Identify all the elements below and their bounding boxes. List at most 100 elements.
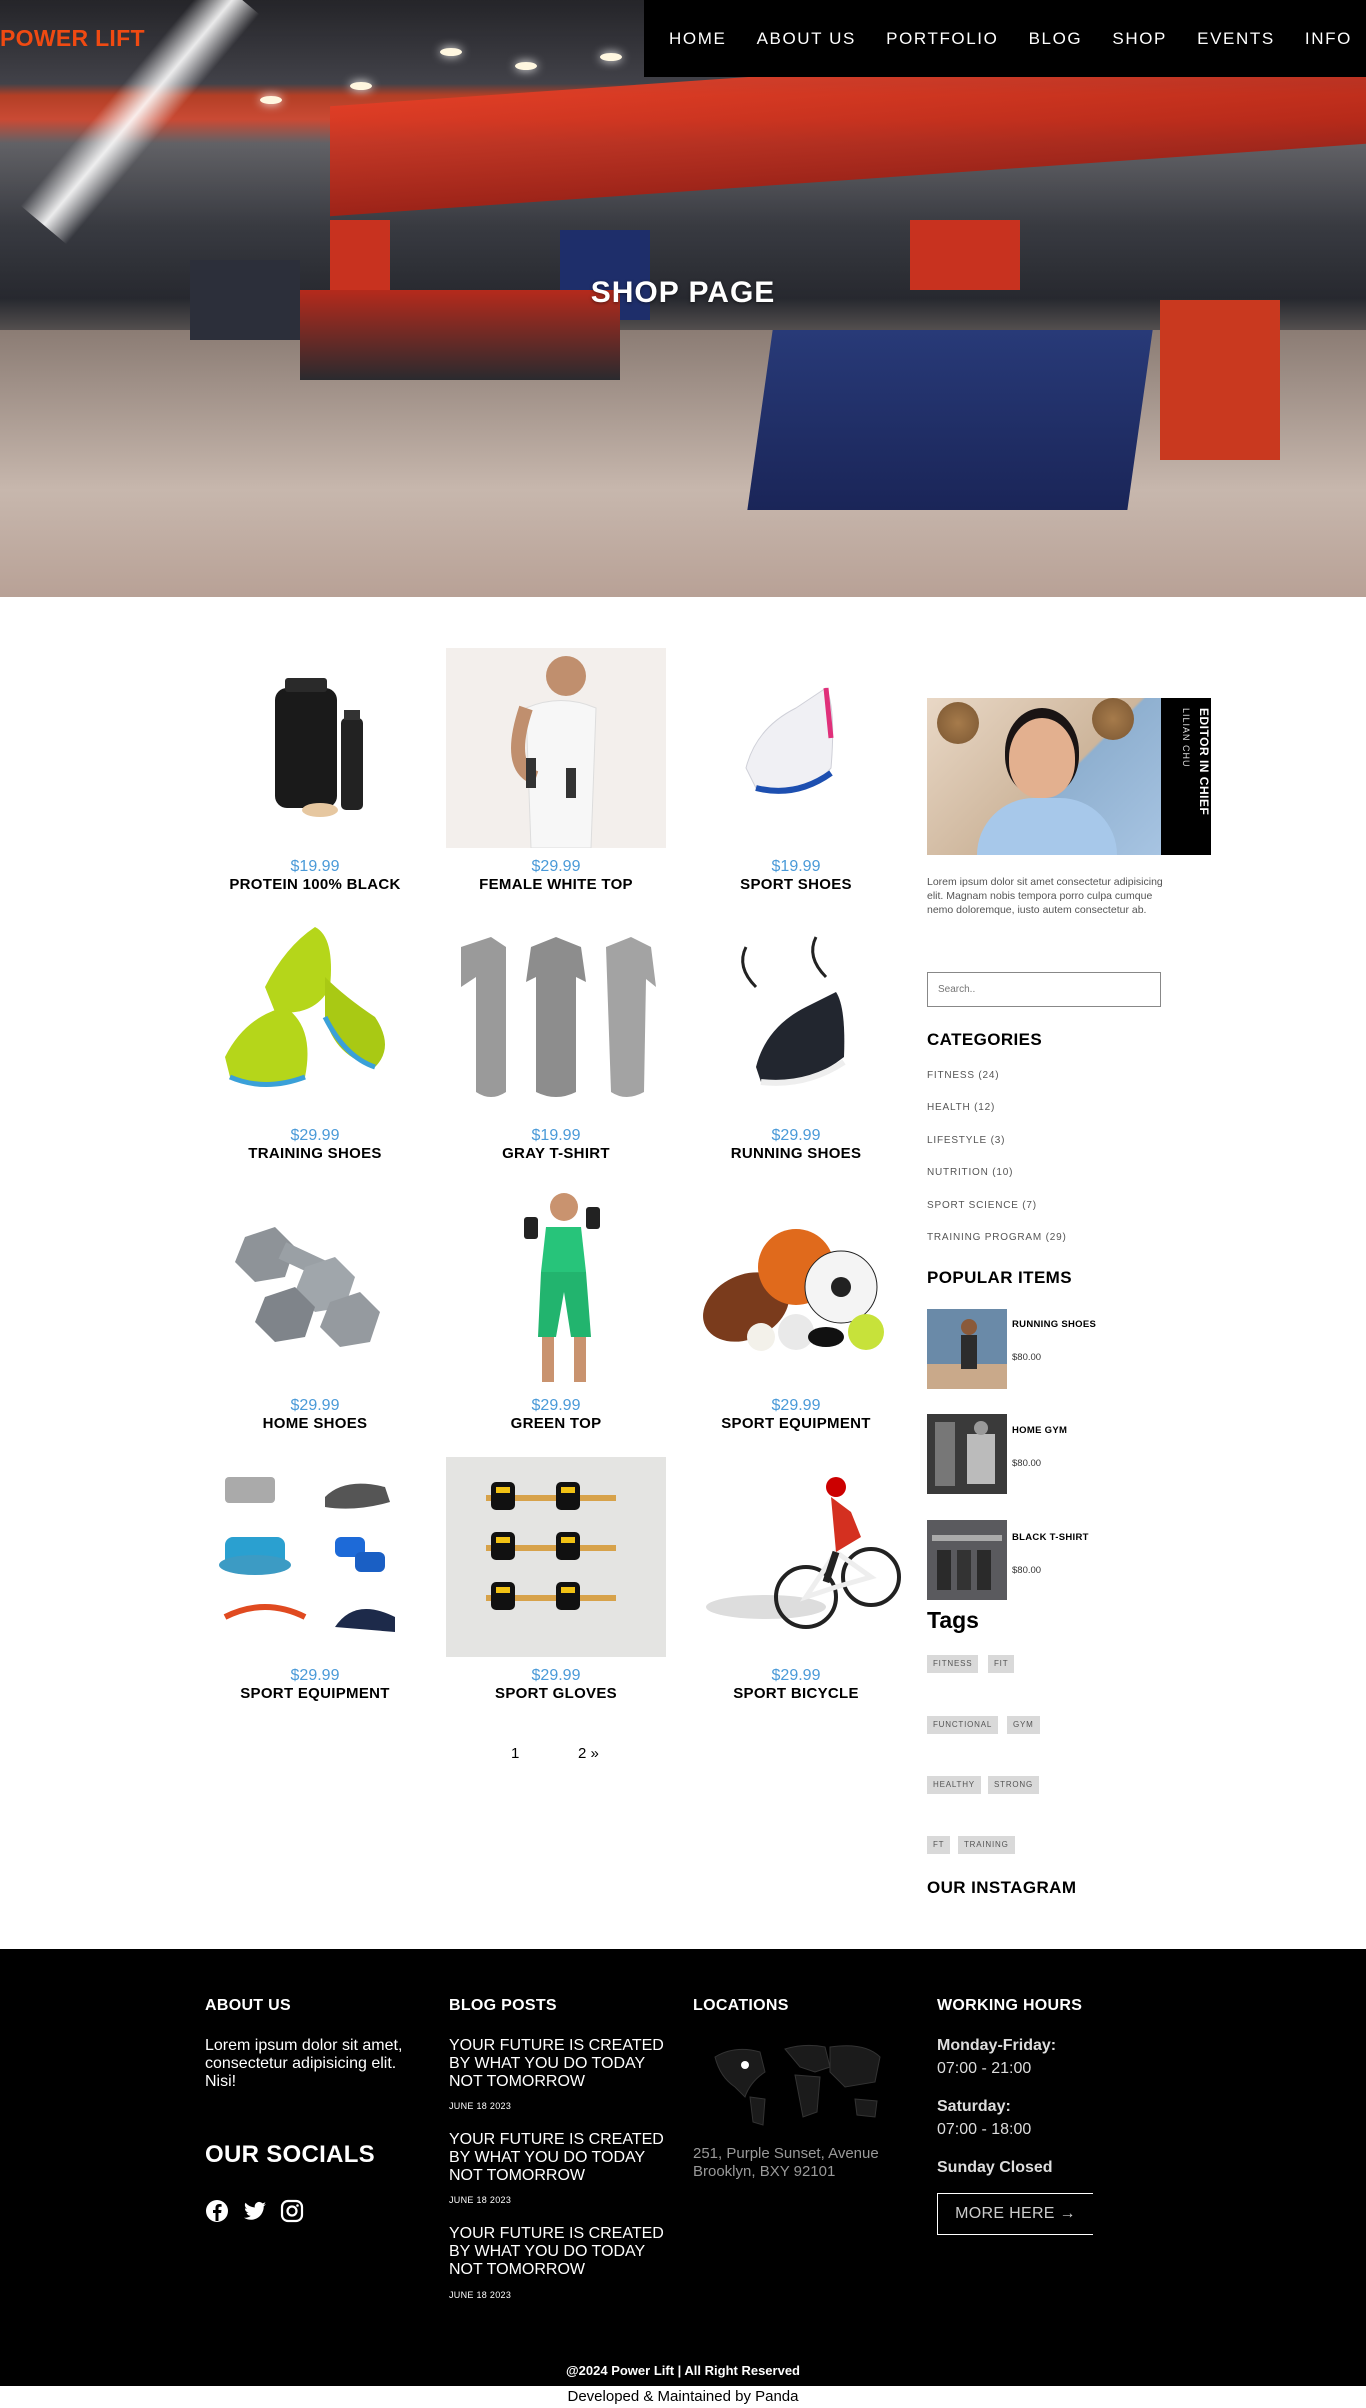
editor-sweater	[977, 798, 1117, 855]
category-item[interactable]: FITNESS (24)	[927, 1070, 999, 1081]
popular-item-price: $80.00	[1012, 1565, 1042, 1576]
nav-info[interactable]: INFO	[1305, 29, 1352, 49]
popular-item-image[interactable]	[927, 1414, 1007, 1494]
main-nav: HOME ABOUT US PORTFOLIO BLOG SHOP EVENTS…	[644, 0, 1366, 77]
product-name[interactable]: RUNNING SHOES	[686, 1145, 906, 1162]
category-item[interactable]: SPORT SCIENCE (7)	[927, 1200, 1037, 1211]
blog-post-title[interactable]: YOUR FUTURE IS CREATED BY WHAT YOU DO TO…	[449, 2225, 669, 2279]
blog-post-date: JUNE 18 2023	[449, 2101, 512, 2111]
product-name[interactable]: GRAY T-SHIRT	[446, 1145, 666, 1162]
product-name[interactable]: SPORT BICYCLE	[686, 1685, 906, 1702]
blog-post-title[interactable]: YOUR FUTURE IS CREATED BY WHAT YOU DO TO…	[449, 2131, 669, 2185]
editor-photo	[927, 698, 1161, 855]
popular-item-name[interactable]: HOME GYM	[1012, 1425, 1067, 1436]
facebook-icon[interactable]	[205, 2199, 229, 2223]
popular-item-price: $80.00	[1012, 1352, 1042, 1363]
saturday-hours: 07:00 - 18:00	[937, 2121, 1032, 2138]
editor-bio: Lorem ipsum dolor sit amet consectetur a…	[927, 876, 1163, 916]
product-name[interactable]: HOME SHOES	[205, 1415, 425, 1432]
product-name[interactable]: SPORT SHOES	[686, 876, 906, 893]
product-name[interactable]: FEMALE WHITE TOP	[446, 876, 666, 893]
pagination-next[interactable]: 2 »	[578, 1745, 599, 1762]
product-name[interactable]: SPORT EQUIPMENT	[205, 1685, 425, 1702]
running-shoes-image[interactable]	[686, 917, 906, 1117]
address-line-2: Brooklyn, BXY 92101	[693, 2163, 836, 2180]
nav-events[interactable]: EVENTS	[1197, 29, 1275, 49]
popular-item-price: $80.00	[1012, 1458, 1042, 1469]
ceiling-light	[440, 48, 462, 56]
nav-portfolio[interactable]: PORTFOLIO	[886, 29, 998, 49]
tag-item[interactable]: TRAINING	[958, 1836, 1015, 1854]
green-top-image[interactable]	[446, 1187, 666, 1387]
nav-shop[interactable]: SHOP	[1112, 29, 1167, 49]
editor-title: EDITOR IN CHIEF	[1197, 708, 1211, 816]
product-price: $29.99	[290, 1397, 340, 1414]
tag-item[interactable]: STRONG	[988, 1776, 1040, 1794]
dumbbells-image[interactable]	[205, 1187, 425, 1387]
blog-post-date: JUNE 18 2023	[449, 2290, 512, 2300]
sunday-closed: Sunday Closed	[937, 2159, 1053, 2176]
tag-item[interactable]: FT	[927, 1836, 951, 1854]
nav-about-us[interactable]: ABOUT US	[757, 29, 856, 49]
blog-post-date: JUNE 18 2023	[449, 2195, 512, 2205]
logo[interactable]: POWER LIFT	[0, 25, 145, 52]
pagination-page-1[interactable]: 1	[511, 1745, 519, 1762]
sport-balls-image[interactable]	[686, 1187, 906, 1387]
sport-bicycle-image[interactable]	[686, 1457, 906, 1657]
product-price: $29.99	[531, 1667, 581, 1684]
world-map[interactable]	[705, 2037, 885, 2132]
popular-item-image[interactable]	[927, 1520, 1007, 1600]
copyright-text: @2024 Power Lift | All Right Reserved	[565, 2363, 800, 2378]
more-here-button[interactable]: MORE HERE →	[937, 2193, 1093, 2235]
weekday-hours: 07:00 - 21:00	[937, 2060, 1032, 2077]
product-price: $29.99	[771, 1397, 821, 1414]
tag-item[interactable]: FUNCTIONAL	[927, 1716, 999, 1734]
twitter-icon[interactable]	[242, 2199, 268, 2223]
search-input[interactable]	[927, 972, 1161, 1007]
saturday-label: Saturday:	[937, 2098, 1011, 2115]
product-price: $29.99	[771, 1667, 821, 1684]
editor-name: LILIAN CHU	[1181, 708, 1191, 768]
instagram-icon[interactable]	[280, 2199, 304, 2223]
product-name[interactable]: GREEN TOP	[446, 1415, 666, 1432]
clothing-rack	[1160, 300, 1280, 460]
popular-items-heading: POPULAR ITEMS	[927, 1268, 1072, 1287]
popular-item-image[interactable]	[927, 1309, 1007, 1389]
product-name[interactable]: TRAINING SHOES	[205, 1145, 425, 1162]
blog-post-title[interactable]: YOUR FUTURE IS CREATED BY WHAT YOU DO TO…	[449, 2037, 669, 2091]
tag-item[interactable]: HEALTHY	[927, 1776, 981, 1794]
protein-tub-image[interactable]	[205, 648, 425, 848]
product-price: $29.99	[290, 1667, 340, 1684]
category-item[interactable]: HEALTH (12)	[927, 1102, 995, 1113]
sport-equipment-set-image[interactable]	[205, 1457, 425, 1657]
sport-gloves-image[interactable]	[446, 1457, 666, 1657]
sport-shoe-image[interactable]	[686, 648, 906, 848]
editor-face	[1009, 718, 1075, 798]
category-item[interactable]: TRAINING PROGRAM (29)	[927, 1232, 1067, 1243]
tag-item[interactable]: FITNESS	[927, 1655, 979, 1673]
editor-label: EDITOR IN CHIEF LILIAN CHU	[1161, 698, 1211, 855]
product-name[interactable]: SPORT GLOVES	[446, 1685, 666, 1702]
footer: ABOUT US Lorem ipsum dolor sit amet, con…	[0, 1949, 1366, 2351]
product-price: $19.99	[290, 858, 340, 875]
product-name[interactable]: SPORT EQUIPMENT	[686, 1415, 906, 1432]
tag-item[interactable]: FIT	[988, 1655, 1015, 1673]
nav-blog[interactable]: BLOG	[1029, 29, 1083, 49]
product-price: $19.99	[531, 1127, 581, 1144]
category-item[interactable]: NUTRITION (10)	[927, 1167, 1013, 1178]
product-name[interactable]: PROTEIN 100% BLACK	[205, 876, 425, 893]
product-price: $29.99	[771, 1127, 821, 1144]
popular-item-name[interactable]: RUNNING SHOES	[1012, 1319, 1096, 1330]
tag-item[interactable]: GYM	[1007, 1716, 1040, 1734]
nav-home[interactable]: HOME	[669, 29, 726, 49]
popular-item-name[interactable]: BLACK T-SHIRT	[1012, 1532, 1089, 1543]
category-item[interactable]: LIFESTYLE (3)	[927, 1135, 1005, 1146]
gray-tshirt-image[interactable]	[446, 917, 666, 1117]
female-top-image[interactable]	[446, 648, 666, 848]
ceiling-light	[600, 53, 622, 61]
developer-credit: Developed & Maintained by Panda	[0, 2386, 1366, 2408]
training-shoes-image[interactable]	[205, 917, 425, 1117]
categories-heading: CATEGORIES	[927, 1030, 1043, 1049]
product-price: $29.99	[290, 1127, 340, 1144]
map-pin-icon	[741, 2061, 749, 2069]
